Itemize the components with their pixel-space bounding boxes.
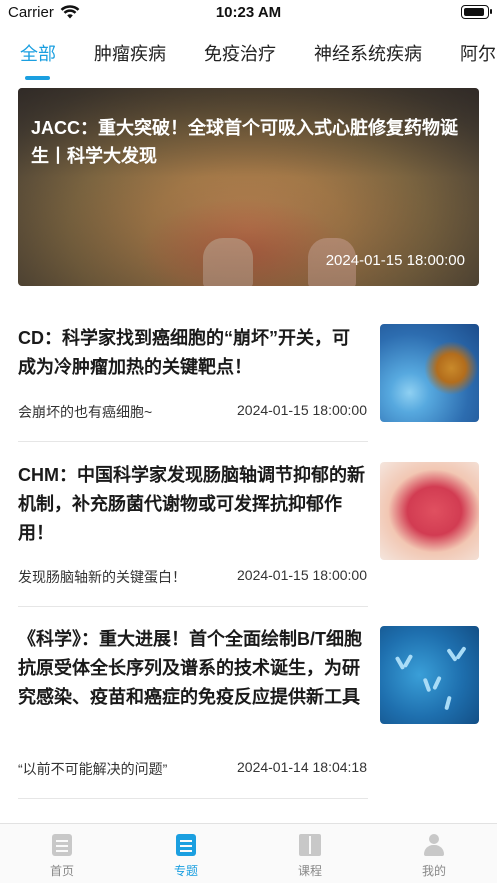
article-title: CD：科学家找到癌细胞的“崩坏”开关，可成为冷肿瘤加热的关键靶点！ <box>18 328 350 377</box>
banner-date: 2024-01-15 18:00:00 <box>325 252 465 269</box>
person-icon <box>424 834 444 856</box>
divider <box>18 798 368 799</box>
tab-alzheimers[interactable]: 阿尔 <box>460 40 496 66</box>
tab-all[interactable]: 全部 <box>20 40 56 66</box>
active-tab-indicator <box>25 76 50 80</box>
book-icon <box>299 834 321 856</box>
article-date: 2024-01-14 18:04:18 <box>237 759 367 775</box>
article-subtitle: 发现肠脑轴新的关键蛋白！ <box>18 569 186 585</box>
tab-nervous-system-diseases[interactable]: 神经系统疾病 <box>314 40 422 66</box>
article-date: 2024-01-15 18:00:00 <box>237 402 367 418</box>
category-tabs: 全部 肿瘤疾病 免疫治疗 神经系统疾病 阿尔 <box>0 36 497 80</box>
banner-title: JACC：重大突破！全球首个可吸入式心脏修复药物诞生丨科学大发现 <box>31 118 459 166</box>
article-title: CHM：中国科学家发现肠脑轴调节抑郁的新机制，补充肠菌代谢物或可发挥抗抑郁作用！ <box>18 465 365 543</box>
article-item[interactable]: CD：科学家找到癌细胞的“崩坏”开关，可成为冷肿瘤加热的关键靶点！ 会崩坏的也有… <box>18 322 479 422</box>
status-bar: Carrier 10:23 AM <box>0 0 497 26</box>
article-subtitle: “以前不可能解决的问题” <box>18 761 168 777</box>
status-time: 10:23 AM <box>215 4 282 21</box>
tab-immunotherapy[interactable]: 免疫治疗 <box>204 40 276 66</box>
article-item[interactable]: 《科学》：重大进展！首个全面绘制B/T细胞抗原受体全长序列及谱系的技术诞生，为研… <box>18 625 479 785</box>
featured-banner[interactable]: JACC：重大突破！全球首个可吸入式心脏修复药物诞生丨科学大发现 2024-01… <box>18 88 479 286</box>
article-title: 《科学》：重大进展！首个全面绘制B/T细胞抗原受体全长序列及谱系的技术诞生，为研… <box>18 629 362 707</box>
nav-topics-label: 专题 <box>173 864 198 878</box>
nav-topics[interactable]: 专题 <box>124 824 248 883</box>
home-doc-icon <box>52 834 72 856</box>
cancer-cells-image <box>380 324 479 422</box>
divider <box>18 441 368 442</box>
article-date: 2024-01-15 18:00:00 <box>237 567 367 583</box>
nav-home-label: 首页 <box>49 864 74 878</box>
nav-home[interactable]: 首页 <box>0 824 124 883</box>
bottom-tab-bar: 首页 专题 课程 我的 <box>0 823 497 883</box>
nav-profile-label: 我的 <box>421 864 446 878</box>
battery-icon <box>461 5 492 19</box>
antibodies-image <box>380 626 479 724</box>
nav-courses-label: 课程 <box>297 864 322 878</box>
divider <box>18 606 368 607</box>
brain-in-hands-image <box>380 462 479 560</box>
topic-list-icon <box>176 834 196 856</box>
article-subtitle: 会崩坏的也有癌细胞~ <box>18 404 153 420</box>
tab-tumor-diseases[interactable]: 肿瘤疾病 <box>94 40 166 66</box>
article-item[interactable]: CHM：中国科学家发现肠脑轴调节抑郁的新机制，补充肠菌代谢物或可发挥抗抑郁作用！… <box>18 461 479 591</box>
nav-profile[interactable]: 我的 <box>372 824 496 883</box>
nav-courses[interactable]: 课程 <box>248 824 372 883</box>
